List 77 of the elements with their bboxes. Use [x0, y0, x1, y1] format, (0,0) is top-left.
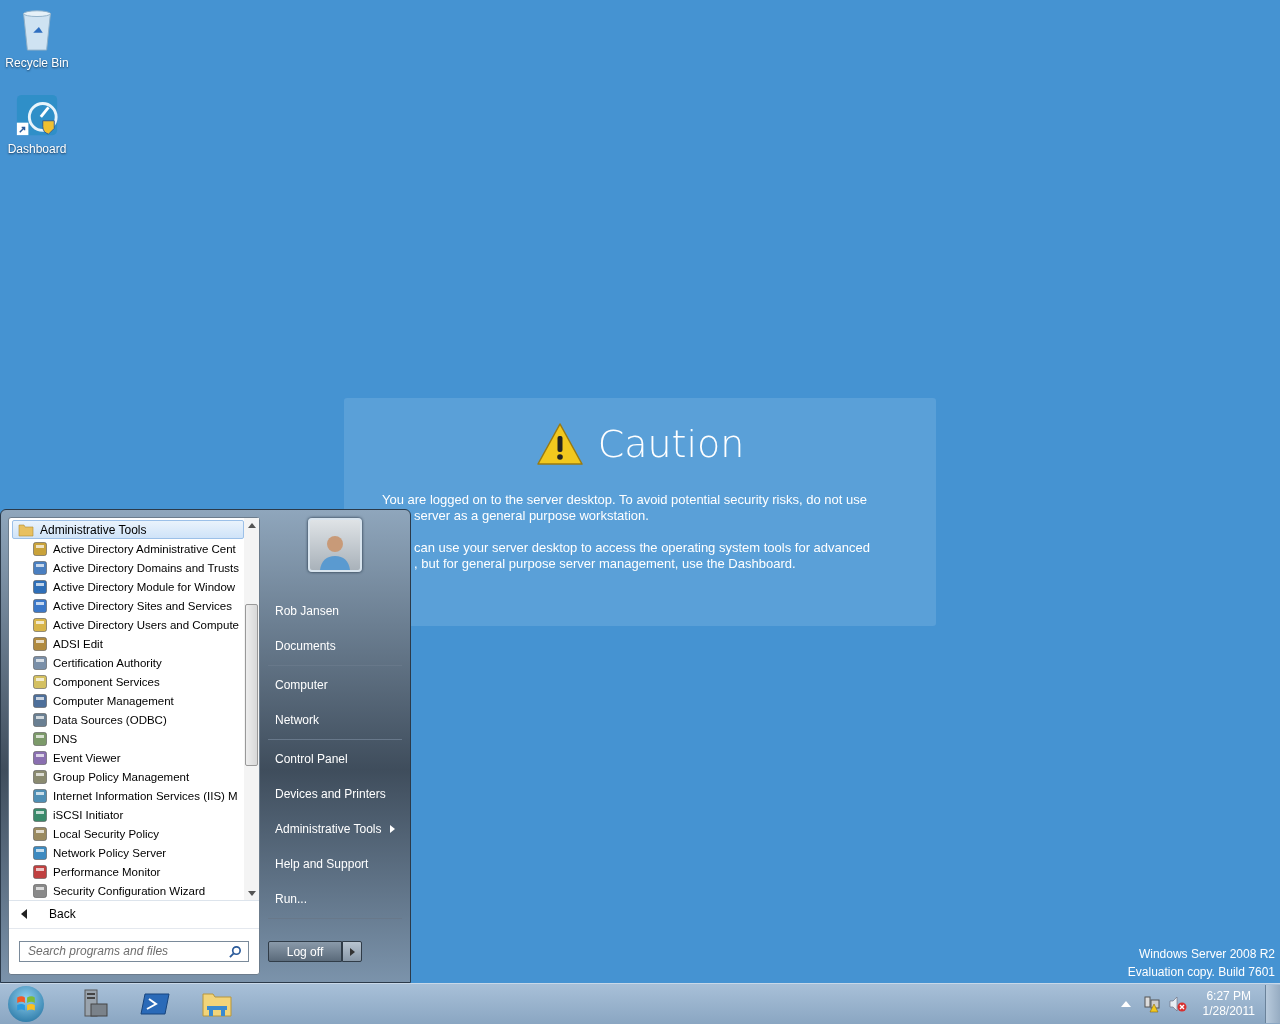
search-icon[interactable] [229, 944, 242, 958]
caution-text: , but for general purpose server management, use the Dashboard. [413, 556, 797, 572]
app-icon [32, 863, 48, 880]
start-menu-item[interactable]: Documents [268, 628, 402, 663]
program-item[interactable]: ADSI Edit [53, 637, 103, 650]
app-icon [32, 882, 48, 899]
app-icon [32, 768, 48, 785]
caution-text: server as a general purpose workstation. [413, 508, 650, 524]
program-item[interactable]: Security Configuration Wizard [53, 884, 206, 897]
dashboard-icon[interactable] [14, 92, 60, 138]
folder-icon [18, 521, 34, 538]
app-icon [32, 730, 48, 747]
start-menu-item[interactable]: Administrative Tools [268, 811, 402, 846]
program-item[interactable]: Component Services [53, 675, 160, 688]
log-off-button[interactable]: Log off [268, 941, 342, 962]
caution-text: can use your server desktop to access the operating system tools for advanced [413, 540, 871, 556]
program-item[interactable]: Performance Monitor [53, 865, 161, 878]
app-icon [32, 844, 48, 861]
scroll-down-icon[interactable] [247, 890, 256, 896]
app-icon [32, 635, 48, 652]
app-icon [32, 711, 48, 728]
program-item[interactable]: Event Viewer [53, 751, 121, 764]
back-arrow-icon[interactable] [21, 909, 27, 920]
scroll-up-icon[interactable] [247, 522, 256, 528]
start-menu-item[interactable]: Rob Jansen [268, 593, 402, 628]
app-icon [32, 654, 48, 671]
start-menu-item[interactable]: Devices and Printers [268, 776, 402, 811]
show-hidden-icons-icon[interactable] [1120, 1001, 1131, 1007]
app-icon [32, 825, 48, 842]
program-item[interactable]: Data Sources (ODBC) [53, 713, 167, 726]
clock-time: 6:27 PM [1206, 989, 1252, 1004]
network-warning-icon[interactable] [1142, 995, 1161, 1013]
app-icon [32, 806, 48, 823]
program-item[interactable]: Certification Authority [53, 656, 162, 669]
program-item[interactable]: DNS [53, 732, 78, 745]
speaker-muted-icon[interactable] [1168, 995, 1187, 1013]
program-item[interactable]: Active Directory Module for Window [53, 580, 236, 593]
start-menu-item[interactable]: Control Panel [268, 741, 402, 776]
clock-date: 1/28/2011 [1202, 1004, 1255, 1019]
folder-item[interactable]: Administrative Tools [12, 520, 244, 539]
program-item[interactable]: Active Directory Administrative Cent [53, 542, 236, 555]
app-icon [32, 673, 48, 690]
shutdown-options-button[interactable] [342, 941, 362, 962]
start-menu-item[interactable]: Run... [268, 881, 402, 916]
program-item[interactable]: Group Policy Management [53, 770, 190, 783]
app-icon [32, 597, 48, 614]
scrollbar[interactable] [244, 518, 259, 900]
caution-title: Caution [597, 422, 745, 466]
user-picture[interactable] [308, 518, 362, 572]
arrow-icon [349, 947, 355, 956]
program-item[interactable]: Active Directory Domains and Trusts [53, 561, 239, 574]
start-button[interactable] [8, 986, 44, 1022]
app-icon [32, 578, 48, 595]
app-icon [32, 616, 48, 633]
app-icon [32, 692, 48, 709]
warning-icon [535, 422, 584, 466]
program-item[interactable]: Internet Information Services (IIS) M [53, 789, 238, 802]
start-menu-item[interactable]: Network [268, 702, 402, 737]
program-item[interactable]: Local Security Policy [53, 827, 160, 840]
scrollbar-thumb[interactable] [245, 604, 258, 766]
app-icon [32, 787, 48, 804]
edition-text: Windows Server 2008 R2 [1137, 946, 1275, 963]
edition-text: Evaluation copy. Build 7601 [1127, 964, 1275, 981]
app-icon [32, 749, 48, 766]
program-item[interactable]: Computer Management [53, 694, 174, 707]
search-field[interactable]: Search programs and files [19, 940, 249, 962]
program-item[interactable]: Active Directory Users and Compute [53, 618, 239, 631]
app-icon [32, 559, 48, 576]
start-menu-item[interactable]: Computer [268, 667, 402, 702]
program-item[interactable]: iSCSI Initiator [53, 808, 124, 821]
caution-text: You are logged on to the server desktop. To avoid potential security risks, do not use [382, 492, 868, 508]
program-item[interactable]: Network Policy Server [53, 846, 167, 859]
show-desktop-button[interactable] [1265, 985, 1280, 1023]
app-icon [32, 540, 48, 557]
program-item[interactable]: Active Directory Sites and Services [53, 599, 232, 612]
start-menu-item[interactable]: Help and Support [268, 846, 402, 881]
back-button[interactable]: Back [49, 907, 76, 922]
